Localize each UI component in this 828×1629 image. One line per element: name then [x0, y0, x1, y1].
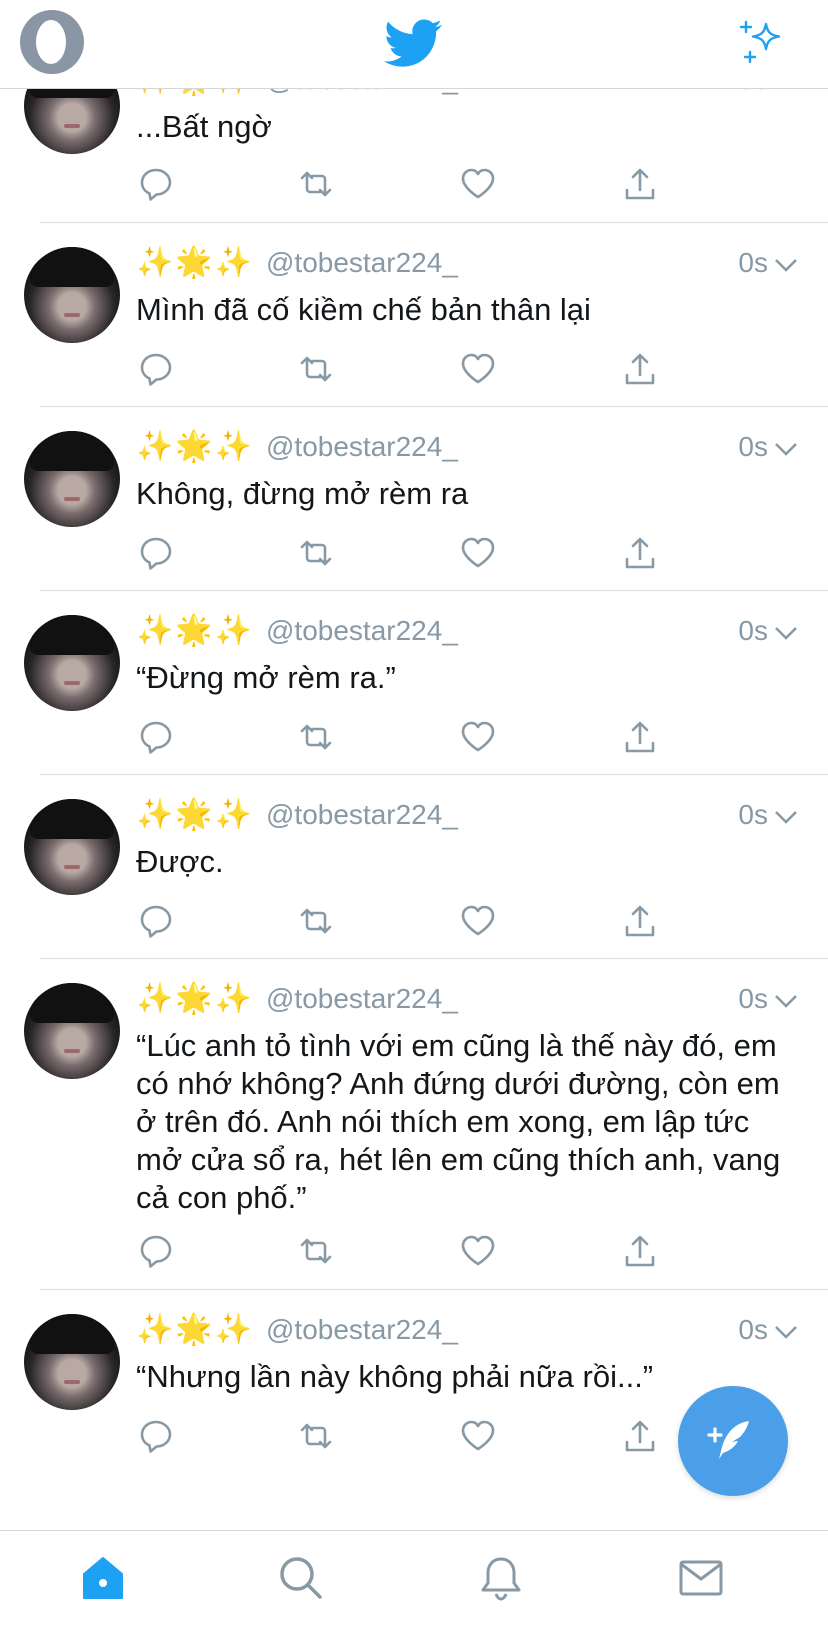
reply-icon[interactable]: [136, 901, 176, 941]
tweet-actions: [136, 533, 696, 573]
notifications-icon[interactable]: [476, 1553, 526, 1603]
reply-icon[interactable]: [136, 533, 176, 573]
compose-tweet-icon: [707, 1421, 749, 1459]
tweet-time: 0s: [738, 615, 768, 646]
profile-avatar-icon[interactable]: [20, 10, 84, 74]
reply-icon[interactable]: [136, 717, 176, 757]
like-icon[interactable]: [458, 1416, 498, 1456]
reply-icon[interactable]: [136, 1416, 176, 1456]
top-navigation-bar: [0, 0, 828, 89]
retweet-icon[interactable]: [296, 717, 336, 757]
reply-icon[interactable]: [136, 349, 176, 389]
tweet-text: Được.: [136, 844, 224, 879]
tweet-actions: [136, 1416, 696, 1456]
tweet-text: “Lúc anh tỏ tình với em cũng là thế này …: [136, 1028, 781, 1215]
share-icon[interactable]: [620, 1231, 660, 1271]
tweet-time: 0s: [738, 247, 768, 278]
reply-icon[interactable]: [136, 1231, 176, 1271]
tweet-text: Không, đừng mở rèm ra: [136, 476, 469, 511]
retweet-icon[interactable]: [296, 533, 336, 573]
reply-icon[interactable]: [136, 164, 176, 204]
share-icon[interactable]: [620, 349, 660, 389]
bottom-tab-bar: [0, 1530, 828, 1629]
tweet-avatar[interactable]: [24, 799, 120, 895]
chevron-down-icon[interactable]: [774, 625, 798, 641]
like-icon[interactable]: [458, 164, 498, 204]
like-icon[interactable]: [458, 717, 498, 757]
tweet-handle[interactable]: @tobestar224_: [266, 981, 458, 1017]
tweet[interactable]: ✨🌟✨ @tobestar224_ 0s “Lúc anh tỏ tình vớ…: [0, 959, 828, 1290]
retweet-icon[interactable]: [296, 901, 336, 941]
display-name-emoji: ✨🌟✨: [136, 430, 255, 463]
share-icon[interactable]: [620, 1416, 660, 1456]
tweet-handle[interactable]: @tobestar224_: [266, 613, 458, 649]
tweet[interactable]: ✨🌟✨ @tobestar224_ 0s Mình đã cố kiềm chế…: [0, 223, 828, 407]
tweet-text: “Đừng mở rèm ra.”: [136, 660, 396, 695]
display-name-emoji: ✨🌟✨: [136, 982, 255, 1015]
share-icon[interactable]: [620, 533, 660, 573]
tweet-handle[interactable]: @tobestar224_: [266, 245, 458, 281]
tweet-handle[interactable]: @tobestar224_: [266, 1312, 458, 1348]
tweet-text: “Nhưng lần này không phải nữa rồi...”: [136, 1359, 654, 1394]
chevron-down-icon[interactable]: [774, 993, 798, 1009]
tweet-handle[interactable]: @tobestar224_: [266, 797, 458, 833]
display-name-emoji: ✨🌟✨: [136, 614, 255, 647]
tweet-time: 0s: [738, 799, 768, 830]
tweet-time: 0s: [738, 1314, 768, 1345]
retweet-icon[interactable]: [296, 1231, 336, 1271]
display-name-emoji: ✨🌟✨: [136, 246, 255, 279]
tweet-actions: [136, 901, 696, 941]
display-name-emoji: ✨🌟✨: [136, 798, 255, 831]
messages-icon[interactable]: [676, 1553, 726, 1603]
share-icon[interactable]: [620, 164, 660, 204]
search-icon[interactable]: [276, 1553, 326, 1603]
tweet[interactable]: ✨🌟✨ @tobestar224_ 0s “Đừng mở rèm ra.”: [0, 591, 828, 775]
tweet-avatar[interactable]: [24, 983, 120, 1079]
like-icon[interactable]: [458, 533, 498, 573]
home-icon[interactable]: [78, 1553, 128, 1603]
like-icon[interactable]: [458, 349, 498, 389]
like-icon[interactable]: [458, 1231, 498, 1271]
chevron-down-icon[interactable]: [774, 809, 798, 825]
tweet-avatar[interactable]: [24, 615, 120, 711]
tweet[interactable]: ✨🌟✨ @tobestar224_ 0s Không, đừng mở rèm …: [0, 407, 828, 591]
retweet-icon[interactable]: [296, 349, 336, 389]
retweet-icon[interactable]: [296, 1416, 336, 1456]
chevron-down-icon[interactable]: [774, 1324, 798, 1340]
tweet-actions: [136, 1231, 696, 1271]
share-icon[interactable]: [620, 717, 660, 757]
chevron-down-icon[interactable]: [774, 441, 798, 457]
tweet-actions: [136, 349, 696, 389]
tweet-actions: [136, 164, 696, 204]
sparkle-icon[interactable]: [738, 18, 786, 66]
compose-tweet-button[interactable]: [678, 1386, 788, 1496]
tweet-avatar[interactable]: [24, 247, 120, 343]
like-icon[interactable]: [458, 901, 498, 941]
retweet-icon[interactable]: [296, 164, 336, 204]
timeline-feed[interactable]: ✨🌟✨ @tobestar224_ 0s ...Bất ngờ ✨🌟✨ @tob…: [0, 0, 828, 1530]
tweet-time: 0s: [738, 983, 768, 1014]
tweet-time: 0s: [738, 431, 768, 462]
display-name-emoji: ✨🌟✨: [136, 1313, 255, 1346]
tweet-text: Mình đã cố kiềm chế bản thân lại: [136, 292, 591, 327]
tweet-avatar[interactable]: [24, 431, 120, 527]
chevron-down-icon[interactable]: [774, 257, 798, 273]
tweet-actions: [136, 717, 696, 757]
tweet-handle[interactable]: @tobestar224_: [266, 429, 458, 465]
share-icon[interactable]: [620, 901, 660, 941]
tweet-text: ...Bất ngờ: [136, 109, 272, 144]
tweet-avatar[interactable]: [24, 1314, 120, 1410]
twitter-bird-icon[interactable]: [384, 18, 444, 70]
tweet[interactable]: ✨🌟✨ @tobestar224_ 0s Được.: [0, 775, 828, 959]
